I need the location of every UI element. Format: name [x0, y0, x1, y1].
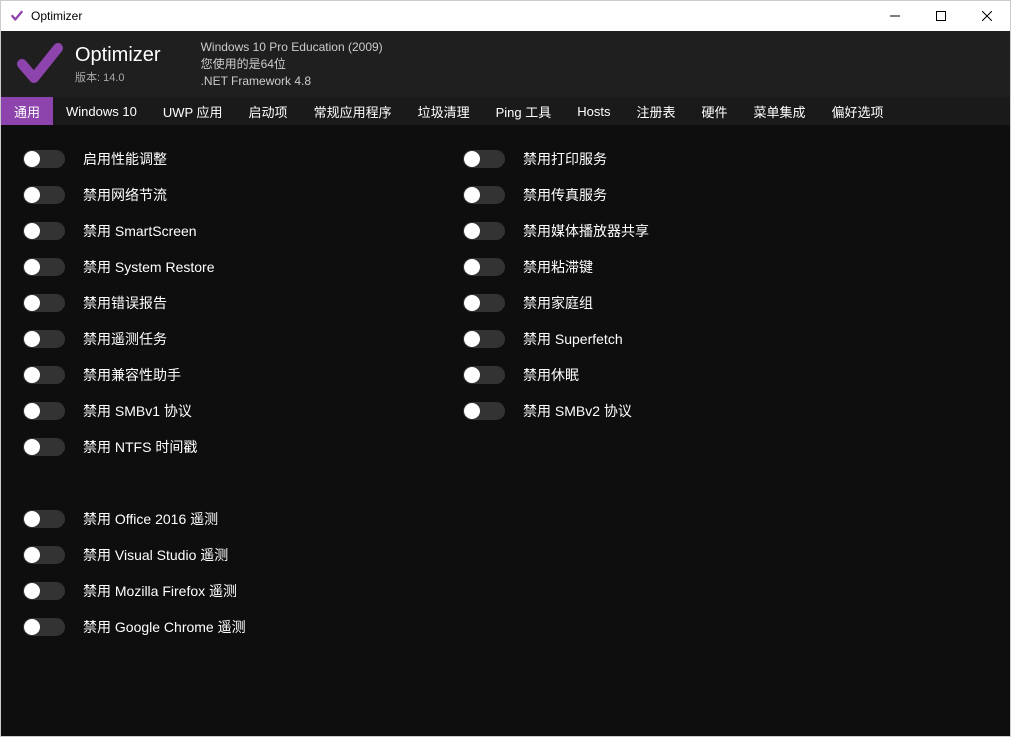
toggle-switch-smbv1[interactable] — [23, 402, 65, 420]
toggle-switch-smbv2[interactable] — [463, 402, 505, 420]
toggle-row-sticky: 禁用粘滞键 — [463, 249, 988, 285]
toggle-label-superfetch: 禁用 Superfetch — [523, 329, 623, 349]
os-label: Windows 10 Pro Education (2009) — [201, 39, 383, 56]
toggle-label-hibernate: 禁用休眠 — [523, 365, 579, 385]
tab-startup[interactable]: 启动项 — [236, 97, 301, 125]
toggle-switch-smartscreen[interactable] — [23, 222, 65, 240]
toggle-row-homegroup: 禁用家庭组 — [463, 285, 988, 321]
toggle-label-print: 禁用打印服务 — [523, 149, 607, 169]
toggle-switch-mediashare[interactable] — [463, 222, 505, 240]
toggle-label-compat: 禁用兼容性助手 — [83, 365, 181, 385]
app-icon — [9, 8, 25, 24]
toggle-row-vs: 禁用 Visual Studio 遥测 — [23, 537, 463, 573]
toggle-label-fax: 禁用传真服务 — [523, 185, 607, 205]
toggle-switch-compat[interactable] — [23, 366, 65, 384]
tab-common[interactable]: 常规应用程序 — [301, 97, 405, 125]
toggle-switch-sticky[interactable] — [463, 258, 505, 276]
toggle-label-office: 禁用 Office 2016 遥测 — [83, 509, 218, 529]
toggle-row-office: 禁用 Office 2016 遥测 — [23, 501, 463, 537]
toggle-switch-ntfs[interactable] — [23, 438, 65, 456]
toggle-label-telemetry: 禁用遥测任务 — [83, 329, 167, 349]
toggle-row-smartscreen: 禁用 SmartScreen — [23, 213, 463, 249]
toggle-label-smbv2: 禁用 SMBv2 协议 — [523, 401, 632, 421]
toggle-switch-telemetry[interactable] — [23, 330, 65, 348]
toggle-row-sysrestore: 禁用 System Restore — [23, 249, 463, 285]
toggle-switch-print[interactable] — [463, 150, 505, 168]
net-label: .NET Framework 4.8 — [201, 73, 383, 90]
toggle-switch-vs[interactable] — [23, 546, 65, 564]
toggle-label-vs: 禁用 Visual Studio 遥测 — [83, 545, 228, 565]
toggle-row-print: 禁用打印服务 — [463, 141, 988, 177]
toggle-switch-netthrottle[interactable] — [23, 186, 65, 204]
toggle-switch-firefox[interactable] — [23, 582, 65, 600]
toggle-label-ntfs: 禁用 NTFS 时间戳 — [83, 437, 197, 457]
tab-general[interactable]: 通用 — [1, 97, 53, 125]
toggle-row-fax: 禁用传真服务 — [463, 177, 988, 213]
tab-hardware[interactable]: 硬件 — [688, 97, 740, 125]
toggle-label-perf: 启用性能调整 — [83, 149, 167, 169]
tab-win10[interactable]: Windows 10 — [53, 97, 150, 125]
toggle-switch-hibernate[interactable] — [463, 366, 505, 384]
toggle-label-homegroup: 禁用家庭组 — [523, 293, 593, 313]
toggle-row-smbv1: 禁用 SMBv1 协议 — [23, 393, 463, 429]
minimize-button[interactable] — [872, 1, 918, 31]
system-info: Windows 10 Pro Education (2009) 您使用的是64位… — [201, 39, 383, 90]
titlebar: Optimizer — [1, 1, 1010, 31]
toggle-switch-fax[interactable] — [463, 186, 505, 204]
toggle-label-smbv1: 禁用 SMBv1 协议 — [83, 401, 192, 421]
close-button[interactable] — [964, 1, 1010, 31]
toggle-label-smartscreen: 禁用 SmartScreen — [83, 221, 197, 241]
tab-prefs[interactable]: 偏好选项 — [819, 97, 897, 125]
toggle-switch-superfetch[interactable] — [463, 330, 505, 348]
toggle-switch-errreport[interactable] — [23, 294, 65, 312]
toggle-label-netthrottle: 禁用网络节流 — [83, 185, 167, 205]
toggle-switch-office[interactable] — [23, 510, 65, 528]
toggle-row-smbv2: 禁用 SMBv2 协议 — [463, 393, 988, 429]
toggle-row-compat: 禁用兼容性助手 — [23, 357, 463, 393]
toggle-row-perf: 启用性能调整 — [23, 141, 463, 177]
toggle-row-netthrottle: 禁用网络节流 — [23, 177, 463, 213]
toggle-row-chrome: 禁用 Google Chrome 遥测 — [23, 609, 463, 645]
toggle-switch-chrome[interactable] — [23, 618, 65, 636]
toggle-row-firefox: 禁用 Mozilla Firefox 遥测 — [23, 573, 463, 609]
arch-label: 您使用的是64位 — [201, 56, 383, 73]
app-header: Optimizer 版本: 14.0 Windows 10 Pro Educat… — [1, 31, 1010, 97]
tab-registry[interactable]: 注册表 — [623, 97, 688, 125]
toggle-switch-sysrestore[interactable] — [23, 258, 65, 276]
app-version: 版本: 14.0 — [75, 69, 161, 85]
app-name: Optimizer — [75, 44, 161, 67]
toggle-switch-homegroup[interactable] — [463, 294, 505, 312]
maximize-button[interactable] — [918, 1, 964, 31]
toggle-label-mediashare: 禁用媒体播放器共享 — [523, 221, 649, 241]
toggle-label-firefox: 禁用 Mozilla Firefox 遥测 — [83, 581, 237, 601]
toggle-row-errreport: 禁用错误报告 — [23, 285, 463, 321]
toggle-row-superfetch: 禁用 Superfetch — [463, 321, 988, 357]
tab-bar: 通用Windows 10UWP 应用启动项常规应用程序垃圾清理Ping 工具Ho… — [1, 97, 1010, 125]
toggle-row-telemetry: 禁用遥测任务 — [23, 321, 463, 357]
tab-cleanup[interactable]: 垃圾清理 — [405, 97, 483, 125]
tab-uwp[interactable]: UWP 应用 — [150, 97, 236, 125]
toggle-switch-perf[interactable] — [23, 150, 65, 168]
toggle-label-sysrestore: 禁用 System Restore — [83, 257, 214, 277]
tab-ping[interactable]: Ping 工具 — [483, 97, 565, 125]
toggle-label-errreport: 禁用错误报告 — [83, 293, 167, 313]
toggle-row-mediashare: 禁用媒体播放器共享 — [463, 213, 988, 249]
toggle-row-hibernate: 禁用休眠 — [463, 357, 988, 393]
checkmark-icon — [15, 39, 65, 89]
toggle-row-ntfs: 禁用 NTFS 时间戳 — [23, 429, 463, 465]
window-title: Optimizer — [31, 9, 872, 23]
toggle-label-sticky: 禁用粘滞键 — [523, 257, 593, 277]
tab-hosts[interactable]: Hosts — [564, 97, 623, 125]
toggle-label-chrome: 禁用 Google Chrome 遥测 — [83, 617, 246, 637]
tab-menu[interactable]: 菜单集成 — [741, 97, 819, 125]
